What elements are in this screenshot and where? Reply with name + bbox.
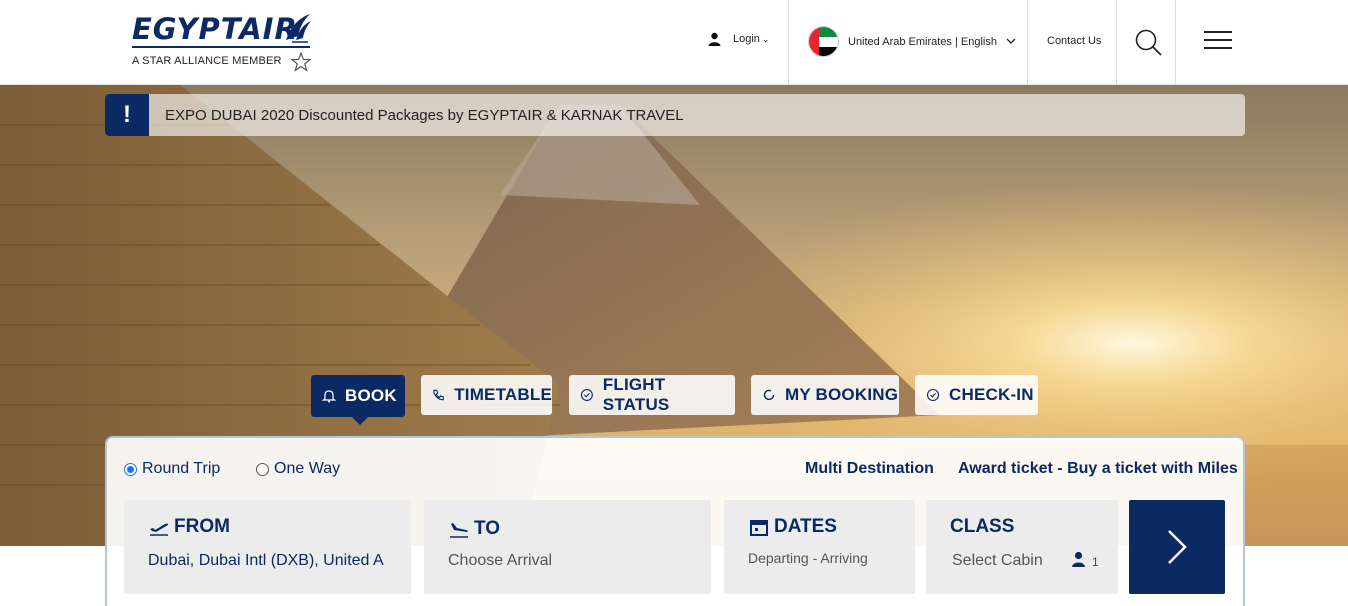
uae-flag-icon bbox=[808, 26, 839, 57]
refresh-icon bbox=[763, 389, 775, 401]
chevron-right-icon bbox=[1168, 530, 1187, 564]
logo-tagline: A STAR ALLIANCE MEMBER bbox=[132, 55, 282, 67]
radio-button[interactable] bbox=[256, 462, 269, 476]
site-header: EGYPTAIR A STAR ALLIANCE MEMBER Login ⌄ U… bbox=[0, 0, 1348, 85]
horus-bird-icon bbox=[286, 14, 311, 43]
from-value[interactable]: Dubai, Dubai Intl (DXB), United A bbox=[148, 552, 410, 570]
tab-timetable[interactable]: TIMETABLE bbox=[421, 375, 552, 415]
announcement-text[interactable]: EXPO DUBAI 2020 Discounted Packages by E… bbox=[165, 107, 684, 124]
bell-icon bbox=[322, 390, 336, 403]
tab-label: BOOK bbox=[345, 386, 397, 405]
plane-landing-icon bbox=[450, 523, 468, 538]
booking-tabs: BOOK TIMETABLE FLIGHT STATUS MY BOOKING … bbox=[0, 375, 1348, 425]
booking-panel: Round Trip One Way Multi Destination Awa… bbox=[105, 436, 1245, 606]
hamburger-menu-icon[interactable] bbox=[1204, 31, 1232, 51]
tab-my-booking[interactable]: MY BOOKING bbox=[751, 375, 899, 415]
tab-check-in[interactable]: CHECK-IN bbox=[915, 375, 1038, 415]
header-divider bbox=[1175, 0, 1176, 85]
dates-placeholder[interactable]: Departing - Arriving bbox=[748, 550, 868, 566]
tab-label: FLIGHT STATUS bbox=[602, 375, 670, 414]
login-button[interactable]: Login ⌄ bbox=[708, 32, 769, 46]
contact-us-link[interactable]: Contact Us bbox=[1047, 35, 1101, 47]
to-placeholder[interactable]: Choose Arrival bbox=[448, 552, 552, 570]
header-divider bbox=[1116, 0, 1117, 85]
tab-book[interactable]: BOOK bbox=[311, 375, 405, 425]
alert-icon: ! bbox=[105, 94, 149, 136]
announcement-banner[interactable]: ! EXPO DUBAI 2020 Discounted Packages by… bbox=[105, 94, 1245, 136]
to-label: TO bbox=[448, 518, 500, 540]
class-label: CLASS bbox=[950, 516, 1015, 537]
check-circle-icon bbox=[926, 388, 940, 402]
tab-label: CHECK-IN bbox=[949, 385, 1034, 404]
check-circle-icon bbox=[580, 389, 593, 401]
logo-rule bbox=[132, 46, 310, 48]
passenger-icon bbox=[1072, 551, 1085, 567]
round-trip-option[interactable]: Round Trip bbox=[124, 460, 220, 478]
multi-destination-link[interactable]: Multi Destination bbox=[805, 460, 934, 478]
one-way-label: One Way bbox=[274, 460, 341, 477]
user-icon bbox=[708, 32, 721, 46]
tab-label: MY BOOKING bbox=[785, 385, 899, 404]
country-language-label: United Arab Emirates | English bbox=[848, 35, 997, 48]
chevron-down-icon bbox=[1006, 38, 1016, 44]
from-label: FROM bbox=[148, 516, 230, 538]
dates-field[interactable]: DATES Departing - Arriving bbox=[724, 500, 915, 594]
award-ticket-link[interactable]: Award ticket - Buy a ticket with Miles bbox=[958, 460, 1238, 478]
country-language-selector[interactable]: United Arab Emirates | English bbox=[808, 26, 1016, 57]
to-field[interactable]: TO Choose Arrival bbox=[424, 500, 711, 594]
tab-flight-status[interactable]: FLIGHT STATUS bbox=[569, 375, 735, 415]
search-icon[interactable] bbox=[1133, 27, 1163, 57]
star-alliance-icon bbox=[291, 52, 311, 72]
calendar-icon bbox=[750, 520, 768, 536]
login-label: Login bbox=[733, 33, 760, 45]
one-way-option[interactable]: One Way bbox=[256, 460, 340, 478]
tab-label: TIMETABLE bbox=[454, 385, 552, 404]
chevron-down-icon: ⌄ bbox=[761, 34, 770, 44]
header-divider bbox=[1027, 0, 1028, 85]
dates-label: DATES bbox=[748, 516, 837, 538]
phone-icon bbox=[433, 389, 444, 401]
class-field[interactable]: CLASS Select Cabin 1 bbox=[926, 500, 1118, 594]
egyptair-logo[interactable]: EGYPTAIR A STAR ALLIANCE MEMBER bbox=[132, 12, 317, 74]
plane-takeoff-icon bbox=[150, 523, 169, 536]
header-divider bbox=[788, 0, 789, 85]
cabin-placeholder[interactable]: Select Cabin bbox=[952, 552, 1043, 570]
passenger-count: 1 bbox=[1092, 555, 1099, 569]
radio-button-selected[interactable] bbox=[124, 462, 137, 476]
search-flights-button[interactable] bbox=[1129, 500, 1225, 594]
round-trip-label: Round Trip bbox=[142, 460, 221, 477]
logo-wordmark: EGYPTAIR bbox=[132, 12, 298, 46]
from-field[interactable]: FROM Dubai, Dubai Intl (DXB), United A bbox=[124, 500, 411, 594]
